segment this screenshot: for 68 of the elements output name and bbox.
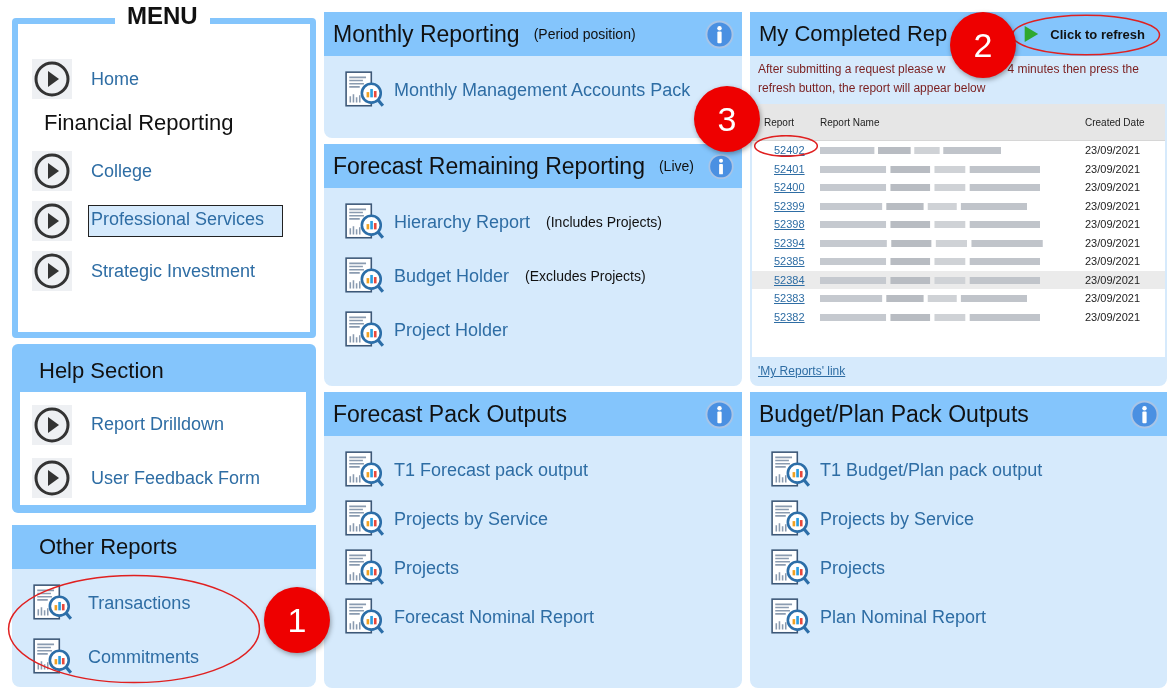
notice-text: refresh button, the report will appear below <box>758 80 986 97</box>
info-icon[interactable] <box>707 151 734 181</box>
report-link[interactable]: Projects <box>394 557 460 579</box>
report-id-link[interactable]: 52400 <box>774 181 814 194</box>
table-cell-text: 23/09/2021 <box>1084 181 1142 194</box>
play-icon[interactable] <box>32 251 72 291</box>
menu-heading: Financial Reporting <box>43 109 235 137</box>
play-icon[interactable] <box>32 151 72 191</box>
my-reports-link[interactable]: 'My Reports' link <box>758 364 846 378</box>
table-cell-text: 23/09/2021 <box>1084 273 1142 286</box>
table-cell-text: 23/09/2021 <box>1084 310 1142 323</box>
report-link[interactable]: Project Holder <box>394 319 509 341</box>
menu-link[interactable]: Professional Services <box>88 205 284 237</box>
menu-link[interactable]: Home <box>88 64 142 94</box>
info-icon[interactable] <box>705 399 734 429</box>
column-header: Report <box>763 116 795 128</box>
panel-title: Other Reports <box>38 534 178 560</box>
notice-text: 4 minutes then press the <box>1007 61 1139 78</box>
report-link[interactable]: Transactions <box>88 592 191 614</box>
report-link[interactable]: Plan Nominal Report <box>820 606 987 628</box>
table-cell-text: 23/09/2021 <box>1084 292 1142 305</box>
report-link[interactable]: Forecast Nominal Report <box>394 606 595 628</box>
panel-title: My Completed Rep <box>759 21 948 47</box>
report-link[interactable]: T1 Forecast pack output <box>394 459 589 481</box>
table-cell-text: 23/09/2021 <box>1084 218 1142 231</box>
info-icon[interactable] <box>1130 399 1159 429</box>
report-link[interactable]: Projects by Service <box>820 508 975 530</box>
report-note: (Excludes Projects) <box>525 268 646 284</box>
report-note: (Includes Projects) <box>546 214 662 230</box>
panel-title: Help Section <box>38 357 165 385</box>
panel-title: Budget/Plan Pack Outputs <box>759 400 1029 428</box>
play-icon[interactable] <box>32 59 72 99</box>
table-cell-text: 23/09/2021 <box>1084 255 1142 268</box>
report-link[interactable]: Commitments <box>88 646 199 668</box>
menu-link[interactable]: Strategic Investment <box>88 256 259 286</box>
table-cell-text: 23/09/2021 <box>1084 162 1142 175</box>
help-link[interactable]: Report Drilldown <box>88 410 228 440</box>
panel-title: Forecast Remaining Reporting <box>333 152 645 180</box>
report-id-link[interactable]: 52399 <box>774 199 814 212</box>
report-id-link[interactable]: 52401 <box>774 162 814 175</box>
play-icon[interactable] <box>32 404 72 445</box>
report-id-link[interactable]: 52394 <box>774 236 814 249</box>
table-cell-text: 23/09/2021 <box>1084 144 1142 157</box>
table-cell-text: 23/09/2021 <box>1084 199 1142 212</box>
report-link[interactable]: T1 Budget/Plan pack output <box>820 459 1043 481</box>
play-icon[interactable] <box>32 201 72 241</box>
report-link[interactable]: Projects by Service <box>394 508 549 530</box>
report-id-link[interactable]: 52382 <box>774 310 814 323</box>
play-icon[interactable] <box>32 458 72 499</box>
report-link[interactable]: Budget Holder <box>394 265 510 287</box>
column-header: Created Date <box>1085 116 1146 128</box>
notice-text: After submitting a request please w <box>758 61 946 78</box>
panel-title: Forecast Pack Outputs <box>333 400 567 428</box>
help-link[interactable]: User Feedback Form <box>88 463 264 493</box>
panel-note: (Period position) <box>533 26 636 42</box>
table-cell-text: 23/09/2021 <box>1084 236 1142 249</box>
info-icon[interactable] <box>705 19 734 49</box>
report-id-link[interactable]: 52385 <box>774 255 814 268</box>
report-link[interactable]: Hierarchy Report <box>394 211 531 233</box>
report-link[interactable]: Monthly Management Accounts Pack <box>394 79 691 101</box>
report-id-link[interactable]: 52384 <box>774 273 814 286</box>
report-link[interactable]: Projects <box>820 557 886 579</box>
menu-link[interactable]: College <box>88 156 156 186</box>
column-header: Report Name <box>819 116 881 128</box>
report-id-link[interactable]: 52383 <box>774 292 814 305</box>
panel-note: (Live) <box>658 158 694 174</box>
panel-title: Monthly Reporting <box>333 20 520 48</box>
report-id-link[interactable]: 52398 <box>774 218 814 231</box>
